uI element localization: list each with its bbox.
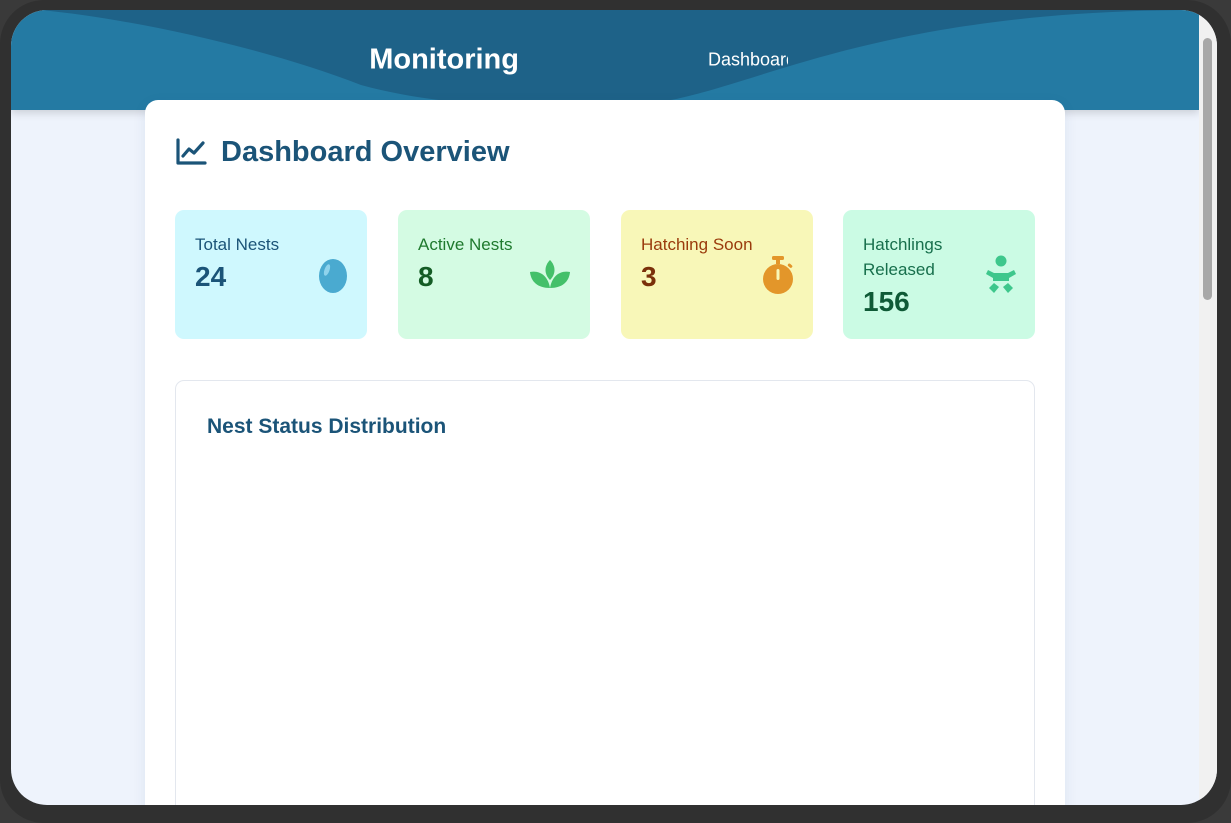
nest-status-chart-panel: Nest Status Distribution [175,380,1035,805]
header-wave-decoration [11,10,1199,107]
stat-card-hatching-soon[interactable]: Hatching Soon 3 [621,210,813,339]
chart-canvas [196,461,1014,799]
sprout-icon [530,259,570,288]
dashboard-card: Dashboard Overview Total Nests 24 Active… [145,100,1065,805]
page-title-row: Dashboard Overview [175,136,510,168]
stat-card-total-nests[interactable]: Total Nests 24 [175,210,367,339]
stat-card-hatchlings-released[interactable]: Hatchlings Released 156 [843,210,1035,339]
stat-label: Hatching Soon [641,235,753,254]
vertical-scrollbar[interactable] [1199,10,1217,805]
device-frame: Monitoring Dashboard Dashboard Overview … [0,0,1231,823]
line-chart-icon [176,138,207,165]
scrollbar-thumb[interactable] [1203,38,1212,300]
nav-link-dashboard[interactable]: Dashboard [708,50,788,71]
stat-label: Hatchlings Released [863,235,943,279]
chart-title: Nest Status Distribution [207,415,447,438]
stat-card-active-nests[interactable]: Active Nests 8 [398,210,590,339]
stat-label: Active Nests [418,235,513,254]
egg-icon [319,258,347,293]
app-screen: Monitoring Dashboard Dashboard Overview … [11,10,1217,805]
baby-icon [986,255,1016,293]
top-header: Monitoring Dashboard [11,10,1199,110]
app-brand-title[interactable]: Monitoring [359,44,519,77]
stopwatch-icon [763,255,793,294]
page-title: Dashboard Overview [221,135,510,168]
stat-label: Total Nests [195,235,280,254]
